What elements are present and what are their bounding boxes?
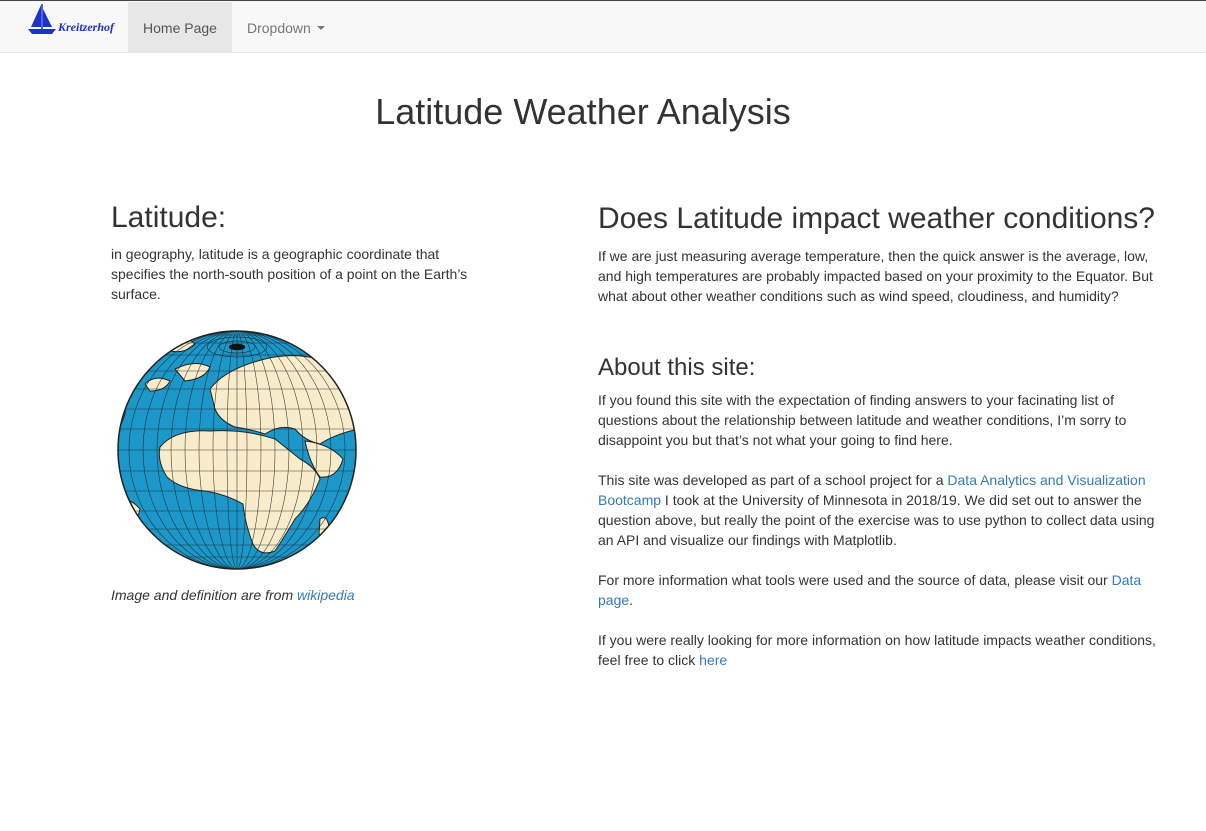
sailboat-icon: [28, 4, 56, 34]
caret-down-icon: [316, 25, 325, 30]
about-p4-prefix: If you were really looking for more info…: [598, 632, 1156, 668]
credit-text: Image and definition are from: [111, 587, 297, 603]
about-p3-prefix: For more information what tools were use…: [598, 572, 1112, 588]
question-heading: Does Latitude impact weather conditions?: [598, 202, 1155, 235]
nav-dropdown[interactable]: Dropdown: [232, 2, 340, 53]
about-paragraph-3: For more information what tools were use…: [598, 570, 1158, 610]
brand-logo[interactable]: Kreitzerhof: [27, 3, 129, 37]
page-title: Latitude Weather Analysis: [375, 91, 791, 132]
navbar: Kreitzerhof Home Page Dropdown: [0, 0, 1206, 53]
about-paragraph-1: If you found this site with the expectat…: [598, 392, 1127, 448]
about-paragraph-2: This site was developed as part of a sch…: [598, 470, 1158, 550]
about-p3-suffix: .: [629, 592, 634, 608]
analysis-section: Does Latitude impact weather conditions?…: [598, 202, 1158, 670]
question-body: If we are just measuring average tempera…: [598, 248, 1153, 304]
about-paragraph-4: If you were really looking for more info…: [598, 630, 1158, 670]
about-p2-suffix: I took at the University of Minnesota in…: [598, 492, 1155, 548]
wikipedia-link[interactable]: wikipedia: [297, 587, 355, 603]
globe-icon: [117, 330, 357, 570]
latitude-definition: in geography, latitude is a geographic c…: [111, 246, 468, 302]
nav-home-page[interactable]: Home Page: [128, 2, 232, 53]
latitude-section: Latitude: in geography, latitude is a ge…: [111, 200, 491, 603]
latitude-heading: Latitude:: [111, 201, 227, 234]
about-heading: About this site:: [598, 354, 756, 381]
nav-dropdown-label: Dropdown: [247, 19, 311, 36]
image-credit: Image and definition are from wikipedia: [111, 585, 355, 605]
about-p2-prefix: This site was developed as part of a sch…: [598, 472, 948, 488]
here-link[interactable]: here: [699, 652, 727, 668]
globe-image: [115, 329, 359, 571]
brand-name: Kreitzerhof: [58, 20, 115, 34]
